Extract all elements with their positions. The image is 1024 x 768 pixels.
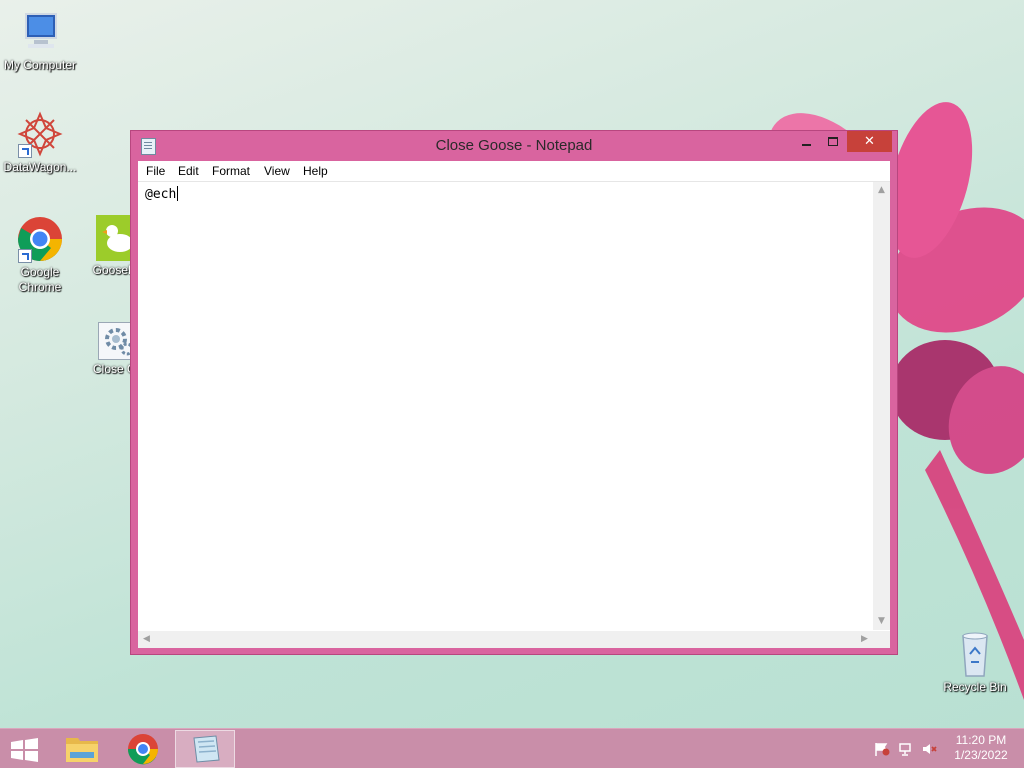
menu-help[interactable]: Help — [303, 161, 328, 181]
notepad-window[interactable]: Close Goose - Notepad ✕ File Edit Format… — [130, 130, 898, 655]
horizontal-scrollbar[interactable]: ◀ ▶ — [138, 631, 873, 648]
taskbar: 11:20 PM 1/23/2022 — [0, 728, 1024, 768]
notepad-icon — [193, 735, 220, 763]
chrome-icon — [127, 734, 158, 765]
menu-format[interactable]: Format — [212, 161, 250, 181]
desktop: My Computer DataWagon... Google Chrome G… — [0, 0, 1024, 768]
icon-label: DataWagon... — [3, 160, 77, 174]
shortcut-arrow-icon — [18, 144, 32, 158]
menu-view[interactable]: View — [264, 161, 290, 181]
start-icon — [11, 738, 38, 762]
icon-label: Google Chrome — [18, 265, 62, 294]
menu-file[interactable]: File — [146, 161, 165, 181]
scroll-left-icon[interactable]: ◀ — [138, 631, 155, 648]
chrome-icon — [16, 215, 64, 263]
shortcut-arrow-icon — [18, 249, 32, 263]
action-center-flag-icon[interactable] — [874, 742, 890, 756]
size-grip[interactable] — [873, 631, 890, 648]
close-button[interactable]: ✕ — [847, 131, 892, 152]
close-icon: ✕ — [864, 134, 875, 149]
taskbar-notepad[interactable] — [175, 730, 235, 768]
volume-muted-icon[interactable] — [922, 742, 938, 756]
title-bar[interactable]: Close Goose - Notepad ✕ — [131, 131, 897, 161]
start-button[interactable] — [0, 730, 50, 768]
minimize-button[interactable] — [793, 131, 819, 152]
datawagon-icon — [16, 110, 64, 158]
text-caret — [177, 186, 179, 201]
minimize-icon — [801, 143, 811, 146]
icon-label: Recycle Bin — [943, 680, 1007, 694]
recycle-bin-icon — [951, 630, 999, 678]
tray-clock[interactable]: 11:20 PM 1/23/2022 — [946, 733, 1016, 763]
taskbar-chrome[interactable] — [116, 730, 170, 768]
network-icon[interactable] — [898, 742, 914, 756]
desktop-icon-recycle-bin[interactable]: Recycle Bin — [935, 630, 1015, 695]
menu-bar: File Edit Format View Help — [138, 161, 890, 182]
icon-label: My Computer — [3, 58, 77, 72]
menu-edit[interactable]: Edit — [178, 161, 199, 181]
clock-date: 1/23/2022 — [954, 748, 1008, 762]
scroll-down-icon[interactable]: ▼ — [873, 613, 890, 630]
vertical-scrollbar[interactable]: ▲ ▼ — [873, 182, 890, 630]
desktop-icon-google-chrome[interactable]: Google Chrome — [0, 215, 80, 295]
window-title: Close Goose - Notepad — [435, 137, 593, 154]
text-editor[interactable]: @ech ▲ ▼ ◀ ▶ — [138, 182, 890, 648]
computer-icon — [16, 8, 64, 56]
file-explorer-icon — [66, 738, 98, 762]
editor-content[interactable]: @ech — [145, 186, 179, 202]
scroll-up-icon[interactable]: ▲ — [873, 182, 890, 199]
desktop-icon-my-computer[interactable]: My Computer — [0, 8, 80, 73]
editor-text: @ech — [145, 187, 177, 202]
clock-time: 11:20 PM — [955, 733, 1007, 747]
scroll-right-icon[interactable]: ▶ — [856, 631, 873, 648]
maximize-button[interactable] — [819, 131, 846, 152]
maximize-icon — [827, 137, 838, 146]
desktop-icon-datawagon[interactable]: DataWagon... — [0, 110, 80, 175]
taskbar-file-explorer[interactable] — [56, 730, 108, 768]
